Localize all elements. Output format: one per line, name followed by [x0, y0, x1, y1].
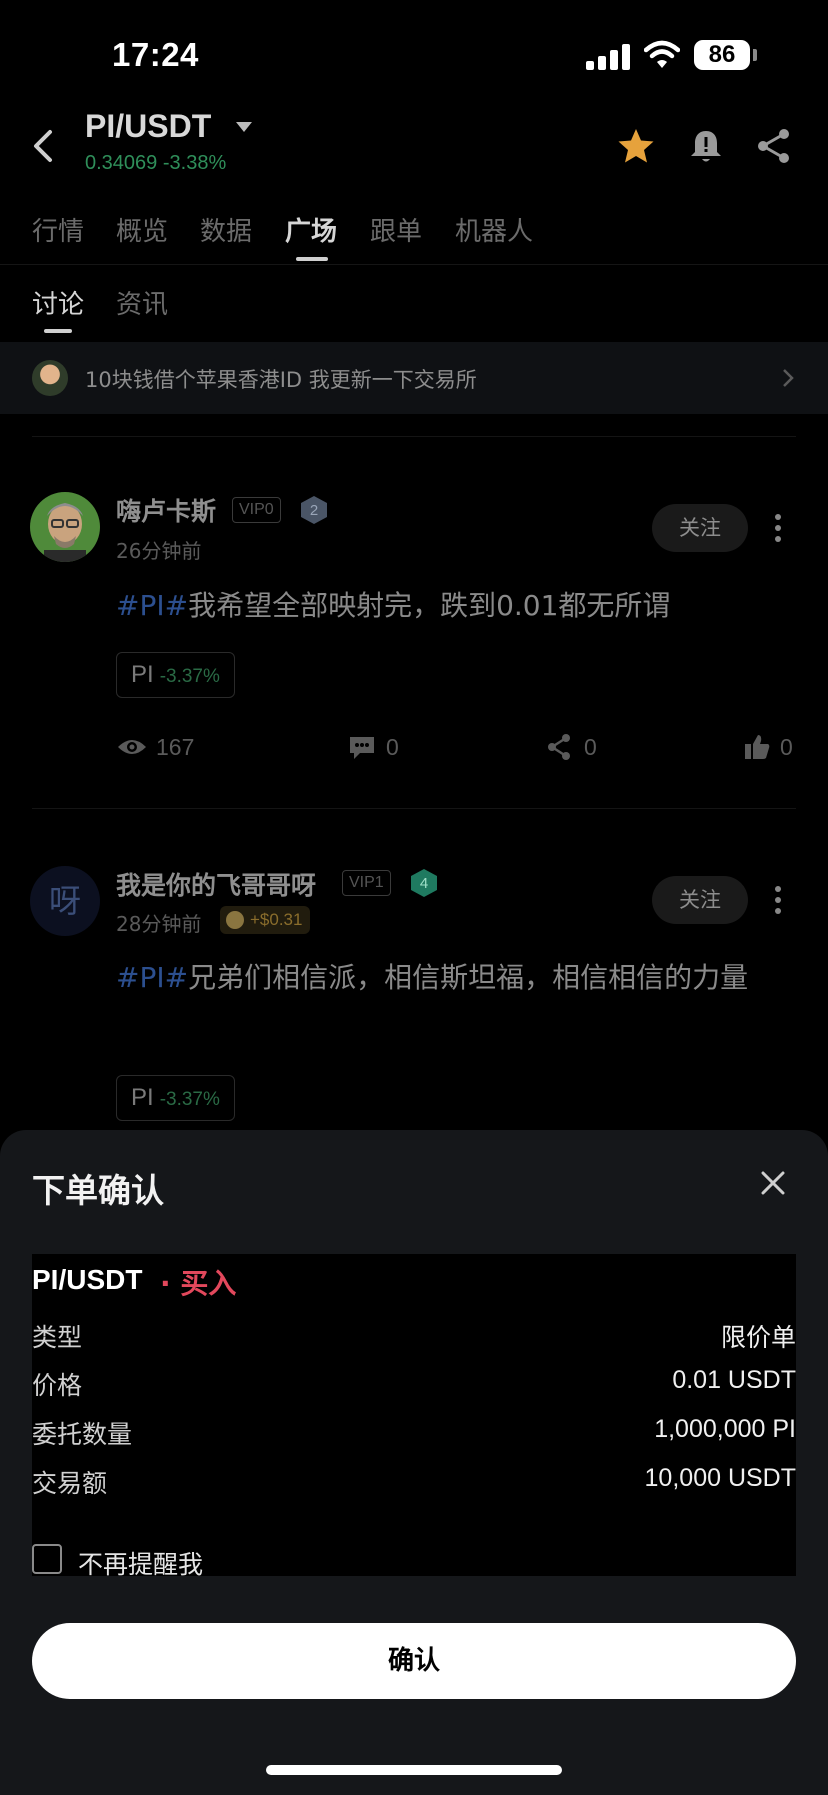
back-icon[interactable]: [28, 126, 58, 166]
sheet-title: 下单确认: [32, 1171, 164, 1210]
coin-icon: [226, 911, 244, 929]
more-options-icon[interactable]: [768, 880, 788, 920]
avatar[interactable]: 呀: [30, 866, 100, 936]
share-icon[interactable]: [754, 126, 794, 166]
battery-cap: [753, 49, 757, 61]
like-icon[interactable]: [744, 733, 770, 761]
pair-price: 0.34069 -3.38%: [85, 152, 227, 174]
active-subtab-indicator: [44, 329, 72, 333]
comment-icon[interactable]: [348, 735, 376, 761]
chevron-right-icon: [783, 369, 794, 387]
banner-text: 10块钱借个苹果香港ID 我更新一下交易所: [85, 368, 477, 392]
coin-chip[interactable]: PI -3.37%: [116, 652, 235, 698]
star-icon[interactable]: [616, 126, 656, 166]
active-tab-indicator: [296, 257, 328, 261]
tab-bots[interactable]: 机器人: [455, 211, 533, 248]
coin-chip[interactable]: PI -3.37%: [116, 1075, 235, 1121]
close-icon[interactable]: [760, 1170, 786, 1196]
quantity-value: 1,000,000 PI: [654, 1415, 796, 1443]
views-icon: [118, 740, 146, 754]
order-pair: PI/USDT: [32, 1264, 143, 1295]
order-confirm-sheet: 下单确认 PI/USDT · 买入 类型 限价单 价格 0.01 USDT 委托…: [0, 1130, 828, 1795]
username[interactable]: 嗨卢卡斯: [116, 492, 216, 528]
dont-remind-label[interactable]: 不再提醒我: [78, 1545, 203, 1581]
shares-count: 0: [584, 734, 597, 760]
tab-overview[interactable]: 概览: [116, 211, 168, 248]
level-badge-icon: 2: [301, 496, 327, 524]
tab-data[interactable]: 数据: [200, 211, 252, 248]
status-bar: 17:24 86: [0, 0, 828, 110]
hashtag[interactable]: #PI#: [116, 961, 188, 994]
post-text[interactable]: #PI#兄弟们相信派，相信斯坦福，相信相信的力量: [116, 952, 796, 1003]
svg-text:4: 4: [420, 875, 428, 892]
announcement-banner[interactable]: 10块钱借个苹果香港ID 我更新一下交易所: [0, 342, 828, 414]
hashtag[interactable]: #PI#: [116, 589, 188, 622]
post-time: 28分钟前: [116, 912, 202, 936]
banner-avatar: [32, 360, 68, 396]
reward-badge: +$0.31: [220, 906, 311, 934]
tab-square[interactable]: 广场: [285, 211, 337, 248]
comments-count: 0: [386, 734, 399, 760]
share-post-icon[interactable]: [546, 733, 572, 761]
vip-badge: VIP1: [342, 870, 391, 896]
more-options-icon[interactable]: [768, 508, 788, 548]
order-details: PI/USDT · 买入 类型 限价单 价格 0.01 USDT 委托数量 1,…: [32, 1254, 796, 1579]
svg-text:2: 2: [310, 502, 318, 519]
tab-news[interactable]: 资讯: [116, 284, 168, 321]
order-type-value: 限价单: [720, 1324, 796, 1352]
cellular-signal-icon: [586, 44, 630, 70]
main-tabs: 行情 概览 数据 广场 跟单 机器人: [0, 205, 828, 265]
order-side: · 买入: [160, 1267, 237, 1300]
post-text[interactable]: #PI#我希望全部映射完，跌到0.01都无所谓: [116, 580, 796, 631]
likes-count: 0: [780, 734, 793, 760]
post-time: 26分钟前: [116, 539, 202, 563]
bell-icon[interactable]: [686, 126, 726, 166]
home-indicator: [266, 1765, 562, 1775]
dont-remind-checkbox[interactable]: [32, 1544, 62, 1574]
vip-badge: VIP0: [232, 497, 281, 523]
level-badge-icon: 4: [411, 869, 437, 897]
username[interactable]: 我是你的飞哥哥呀: [116, 866, 316, 902]
follow-button[interactable]: 关注: [652, 876, 748, 924]
price-value: 0.01 USDT: [672, 1366, 796, 1394]
quantity-label: 委托数量: [32, 1420, 133, 1449]
tab-market[interactable]: 行情: [32, 211, 84, 248]
order-type-label: 类型: [32, 1323, 83, 1352]
divider: [32, 436, 796, 437]
amount-label: 交易额: [32, 1469, 108, 1498]
views-count: 167: [156, 734, 195, 760]
confirm-button[interactable]: 确认: [32, 1623, 796, 1699]
battery-level: 86: [694, 40, 750, 70]
divider: [32, 808, 796, 809]
chevron-down-icon[interactable]: [236, 122, 252, 132]
tab-copy-trading[interactable]: 跟单: [370, 211, 422, 248]
pair-title[interactable]: PI/USDT: [85, 108, 211, 145]
tab-discussion[interactable]: 讨论: [32, 284, 84, 321]
follow-button[interactable]: 关注: [652, 504, 748, 552]
price-label: 价格: [32, 1371, 83, 1400]
status-time: 17:24: [112, 36, 199, 73]
amount-value: 10,000 USDT: [644, 1464, 796, 1492]
wifi-icon: [644, 40, 680, 68]
avatar[interactable]: [30, 492, 100, 562]
